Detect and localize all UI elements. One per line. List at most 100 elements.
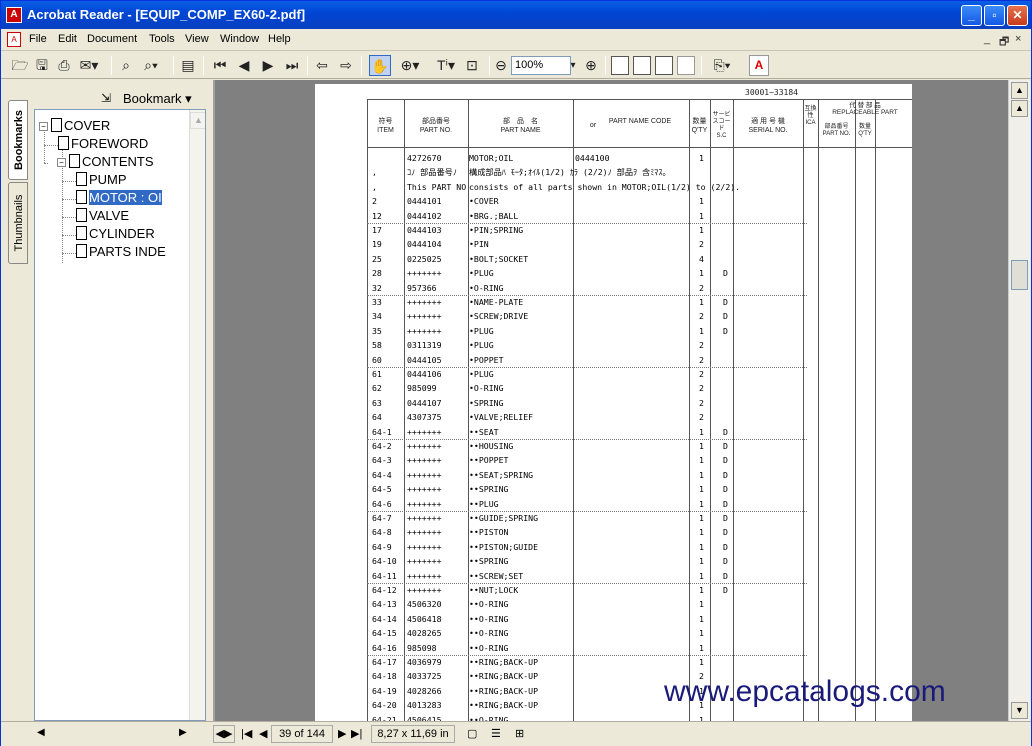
row-item: 64-14	[372, 613, 397, 624]
layout-toggle-icon[interactable]: ◀▶	[213, 725, 235, 743]
scroll-left-icon[interactable]: ◀	[37, 727, 45, 738]
doc-restore-button[interactable]: 🗗	[999, 33, 1009, 52]
fit-width-icon[interactable]	[655, 56, 673, 75]
print-icon[interactable]: ⎙	[55, 55, 73, 76]
bookmark-cylinder[interactable]: CYLINDER	[76, 226, 155, 244]
row-part-no: 0444102	[407, 210, 442, 221]
menu-edit[interactable]: Edit	[58, 33, 77, 45]
menu-help[interactable]: Help	[268, 33, 291, 45]
zoom-in-icon[interactable]: ⊕	[583, 55, 599, 76]
title-bar[interactable]: A Acrobat Reader - [EQUIP_COMP_EX60-2.pd…	[1, 1, 1031, 29]
page-number-field[interactable]: 39 of 144	[271, 725, 333, 743]
tab-bookmarks[interactable]: Bookmarks	[8, 100, 28, 180]
table-row: 64-4 +++++++ ••SEAT;SPRING 1 D	[315, 468, 912, 482]
scroll-up-icon[interactable]: ▲	[1011, 100, 1028, 117]
zoom-input[interactable]: 100%	[511, 56, 571, 75]
fit-page-icon[interactable]	[633, 56, 651, 75]
row-part-name: ••SEAT;SPRING	[469, 469, 534, 480]
bookmark-valve[interactable]: VALVE	[76, 208, 129, 226]
table-row: 64-5 +++++++ ••SPRING 1 D	[315, 482, 912, 496]
fit-visible-icon[interactable]	[677, 56, 695, 75]
forward-icon[interactable]: ⇨	[337, 55, 355, 76]
continuous-icon[interactable]: ☰	[491, 727, 501, 740]
bookmark-parts-index[interactable]: PARTS INDE	[76, 244, 166, 262]
row-part-name: •PLUG	[469, 340, 494, 351]
menu-tools[interactable]: Tools	[149, 33, 175, 45]
text-select-icon[interactable]: Tⁱ▾	[431, 55, 461, 76]
row-qty: 1	[699, 297, 704, 307]
scroll-up-icon[interactable]: ▲	[1011, 82, 1028, 99]
scroll-down-icon[interactable]: ▼	[1011, 702, 1028, 719]
row-qty: 1	[699, 714, 704, 721]
scroll-thumb[interactable]	[1011, 260, 1028, 290]
bookmark-contents[interactable]: − CONTENTS	[39, 154, 154, 172]
open-icon[interactable]: 🗁	[11, 55, 29, 76]
hand-tool-icon[interactable]: ✋	[369, 55, 391, 76]
document-icon[interactable]: A	[7, 32, 21, 47]
acrobat-icon[interactable]: A	[6, 7, 22, 23]
rotate-view-icon[interactable]: ⎘▾	[707, 55, 737, 76]
row-item: 64-6	[372, 498, 392, 509]
row-part-name: consists of all parts shown in MOTOR;OIL…	[469, 181, 741, 192]
row-qty: 1	[699, 599, 704, 610]
bookmark-foreword[interactable]: FOREWORD	[58, 136, 148, 154]
next-page-status-icon[interactable]: ▶	[338, 727, 346, 740]
row-item: 62	[372, 383, 382, 394]
vertical-scrollbar[interactable]: ▲ ▲ ▼	[1008, 80, 1030, 721]
previous-page-icon[interactable]: ◀	[235, 55, 253, 76]
bookmark-scrollbar[interactable]: ▲	[189, 110, 205, 720]
bookmark-pump[interactable]: PUMP	[76, 172, 127, 190]
back-icon[interactable]: ⇦	[313, 55, 331, 76]
row-part-no: ｺﾉ 部品番号ﾉ	[407, 167, 457, 178]
find-icon[interactable]: ⌕	[117, 55, 135, 76]
maximize-button[interactable]: ▫	[984, 5, 1005, 26]
doc-minimize-button[interactable]: _	[984, 33, 990, 45]
row-item: 64-9	[372, 541, 392, 552]
row-separator	[367, 367, 807, 368]
bookmark-options-icon[interactable]: ⇲	[101, 91, 111, 105]
table-row: 32 957366 •O-RING 2	[315, 281, 912, 295]
bookmark-tree[interactable]: − COVER FOREWORD − CONTENTS PUMP MOTOR : O…	[34, 109, 206, 721]
row-sc: D	[723, 556, 728, 567]
toolbar: 🗁 🖫 ⎙ ✉▾ ⌕ ⌕▾ ▤ ⏮ ◀ ▶ ⏭ ⇦ ⇨ ✋ ⊕▾ Tⁱ▾ ⊡ ⊖…	[1, 52, 1031, 79]
save-icon[interactable]: 🖫	[33, 55, 51, 76]
navigation-pane-icon[interactable]: ▤	[179, 55, 197, 76]
actual-size-icon[interactable]	[611, 56, 629, 75]
bookmark-cover[interactable]: − COVER	[39, 118, 110, 136]
doc-close-button[interactable]: ×	[1015, 33, 1021, 45]
first-page-icon[interactable]: ⏮	[211, 55, 229, 76]
table-row: 63 0444107 •SPRING 2	[315, 396, 912, 410]
zoom-out-icon[interactable]: ⊖	[493, 55, 509, 76]
tab-thumbnails[interactable]: Thumbnails	[8, 182, 28, 264]
bookmark-motor-oil[interactable]: MOTOR : OI	[76, 190, 162, 208]
adobe-logo-icon[interactable]: A	[749, 55, 769, 76]
facing-pages-icon[interactable]: ⊞	[515, 727, 524, 740]
row-item: 28	[372, 268, 382, 279]
zoom-tool-icon[interactable]: ⊕▾	[395, 55, 425, 76]
next-page-icon[interactable]: ▶	[259, 55, 277, 76]
document-viewport[interactable]: 30001~33184 符号 ITEM 部品番号 PART NO. 部 品 名 PAR…	[213, 80, 1008, 721]
zoom-dropdown-icon[interactable]: ▾	[566, 55, 580, 76]
bookmark-menu[interactable]: Bookmark ▾	[123, 91, 192, 107]
search-icon[interactable]: ⌕▾	[139, 55, 163, 76]
close-button[interactable]: ✕	[1007, 5, 1028, 26]
first-page-status-icon[interactable]: |◀	[241, 727, 252, 740]
row-qty: 2	[699, 340, 704, 351]
scroll-up-icon[interactable]: ▲	[190, 112, 205, 129]
prev-page-status-icon[interactable]: ◀	[259, 727, 267, 740]
menu-view[interactable]: View	[185, 33, 209, 45]
last-page-status-icon[interactable]: ▶|	[351, 727, 362, 740]
minimize-button[interactable]: _	[961, 5, 982, 26]
scroll-right-icon[interactable]: ▶	[179, 727, 187, 738]
collapse-icon[interactable]: −	[39, 122, 48, 131]
single-page-icon[interactable]: ▢	[467, 727, 477, 740]
menu-document[interactable]: Document	[87, 33, 137, 45]
snapshot-icon[interactable]: ⊡	[463, 55, 481, 76]
email-icon[interactable]: ✉▾	[77, 55, 101, 76]
row-part-no: 4028265	[407, 628, 442, 639]
menu-window[interactable]: Window	[220, 33, 259, 45]
menu-file[interactable]: File	[29, 33, 47, 45]
last-page-icon[interactable]: ⏭	[283, 55, 301, 76]
row-qty: 1	[699, 268, 704, 279]
collapse-icon[interactable]: −	[57, 158, 66, 167]
